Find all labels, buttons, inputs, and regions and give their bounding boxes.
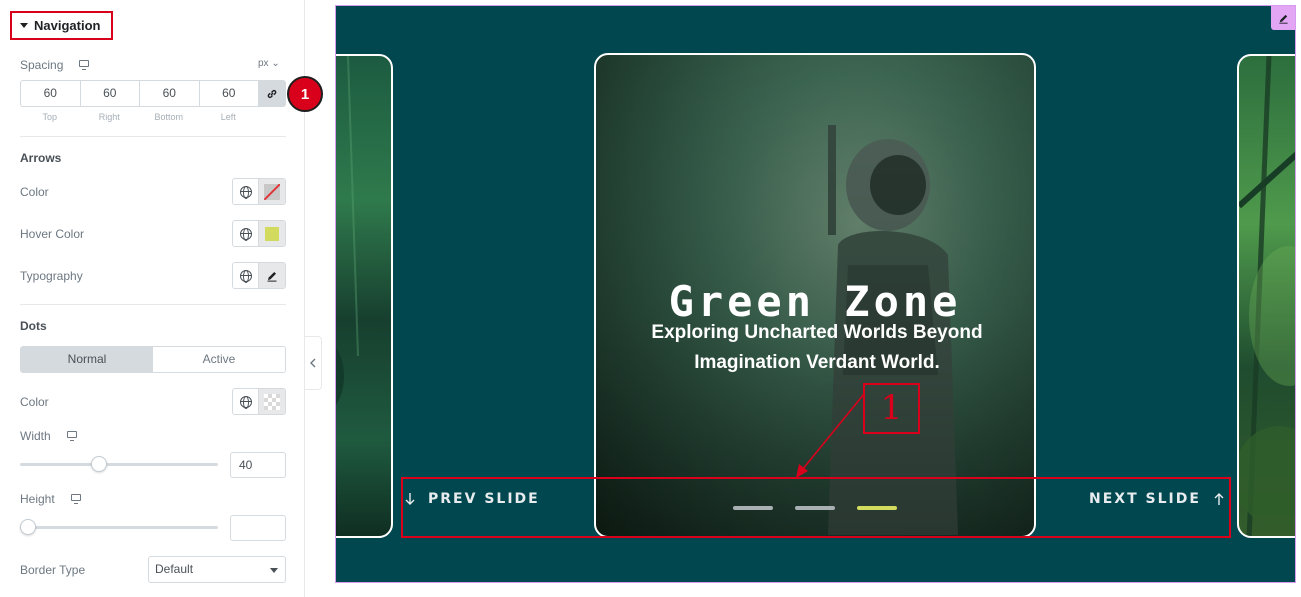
bottom-label: Bottom bbox=[154, 112, 183, 122]
chevron-left-icon bbox=[310, 358, 316, 368]
arrows-color-swatch[interactable] bbox=[259, 179, 285, 204]
dots-title: Dots bbox=[20, 319, 47, 333]
spacing-left-input[interactable]: 60 bbox=[198, 80, 258, 107]
dots-width-label: Width bbox=[20, 429, 51, 443]
responsive-desktop-icon[interactable] bbox=[79, 60, 89, 70]
prev-slide-label: PREV SLIDE bbox=[428, 491, 540, 507]
prev-slide-button[interactable]: PREV SLIDE bbox=[404, 491, 540, 507]
arrows-hover-color-swatch[interactable] bbox=[259, 221, 285, 246]
transparent-swatch bbox=[264, 393, 280, 410]
spacing-top-input[interactable]: 60 bbox=[20, 80, 80, 107]
slide-subtitle: Exploring Uncharted Worlds Beyond Imagin… bbox=[636, 318, 998, 378]
navigation-section-header[interactable]: Navigation bbox=[10, 11, 113, 40]
border-type-select[interactable]: Default bbox=[148, 556, 286, 583]
dots-color-control bbox=[232, 388, 286, 415]
arrows-typography-label: Typography bbox=[20, 269, 83, 283]
settings-panel: Navigation Spacing px ⌄ 60 60 60 60 Top … bbox=[0, 0, 323, 597]
slide-subtitle-line2: Imagination Verdant World. bbox=[694, 352, 940, 373]
slide-card-previous[interactable] bbox=[336, 54, 393, 538]
width-slider-track[interactable] bbox=[20, 463, 218, 466]
no-color-icon bbox=[264, 183, 280, 200]
global-colors-button[interactable] bbox=[233, 389, 260, 414]
arrows-color-label: Color bbox=[20, 185, 49, 199]
annotation-badge: 1 bbox=[287, 76, 323, 112]
arrows-hover-color-label: Hover Color bbox=[20, 227, 85, 241]
preview-canvas: Green Zone Exploring Uncharted Worlds Be… bbox=[335, 5, 1296, 583]
pagination-dot-1[interactable] bbox=[733, 506, 773, 510]
pagination-dot-3[interactable] bbox=[857, 506, 897, 510]
width-input[interactable]: 40 bbox=[230, 452, 286, 478]
dots-color-label: Color bbox=[20, 395, 49, 409]
left-label: Left bbox=[220, 112, 236, 122]
globe-icon bbox=[239, 185, 252, 199]
pencil-icon bbox=[1278, 14, 1288, 24]
arrows-color-control bbox=[232, 178, 286, 205]
spacing-right-input[interactable]: 60 bbox=[79, 80, 139, 107]
arrows-hover-color-control bbox=[232, 220, 286, 247]
collapse-panel-button[interactable] bbox=[305, 336, 322, 390]
globe-icon bbox=[239, 227, 252, 241]
global-colors-button[interactable] bbox=[233, 221, 260, 246]
arrows-title: Arrows bbox=[20, 151, 62, 165]
height-slider-handle[interactable] bbox=[20, 519, 36, 535]
edit-widget-button[interactable] bbox=[1271, 6, 1295, 30]
chevron-down-icon bbox=[270, 568, 278, 573]
lime-swatch bbox=[265, 226, 279, 241]
caret-down-icon bbox=[20, 23, 28, 28]
unit-selector[interactable]: px ⌄ bbox=[258, 58, 280, 69]
dots-color-swatch[interactable] bbox=[259, 389, 285, 414]
section-title: Navigation bbox=[34, 18, 101, 33]
link-values-button[interactable] bbox=[258, 80, 286, 107]
spacing-bottom-input[interactable]: 60 bbox=[139, 80, 199, 107]
globe-icon bbox=[239, 395, 252, 409]
divider bbox=[20, 304, 286, 305]
annotation-callout: 1 bbox=[863, 383, 920, 434]
responsive-desktop-icon[interactable] bbox=[67, 431, 77, 441]
right-label: Right bbox=[98, 112, 120, 122]
pagination-dot-2[interactable] bbox=[795, 506, 835, 510]
jungle-image bbox=[1239, 56, 1295, 536]
jungle-image bbox=[336, 56, 359, 536]
responsive-desktop-icon[interactable] bbox=[71, 494, 81, 504]
link-icon bbox=[267, 89, 277, 98]
divider bbox=[20, 136, 286, 137]
next-slide-button[interactable]: NEXT SLIDE bbox=[1089, 491, 1225, 507]
arrows-typography-control bbox=[232, 262, 286, 289]
slide-subtitle-line1: Exploring Uncharted Worlds Beyond bbox=[651, 322, 983, 343]
edit-typography-button[interactable] bbox=[259, 263, 285, 288]
next-slide-label: NEXT SLIDE bbox=[1089, 491, 1201, 507]
pencil-icon bbox=[267, 271, 277, 282]
dots-height-label: Height bbox=[20, 492, 55, 506]
spacing-dimensions: 60 60 60 60 bbox=[20, 80, 286, 107]
arrow-up-icon bbox=[1214, 493, 1224, 505]
dots-state-tabs: Normal Active bbox=[20, 346, 286, 373]
slide-card-active[interactable]: Green Zone Exploring Uncharted Worlds Be… bbox=[594, 53, 1036, 538]
border-type-label: Border Type bbox=[20, 563, 86, 577]
spacing-label: Spacing bbox=[20, 58, 64, 72]
width-slider-handle[interactable] bbox=[91, 456, 108, 472]
height-input[interactable] bbox=[230, 515, 286, 541]
arrow-down-icon bbox=[405, 493, 415, 505]
top-label: Top bbox=[42, 112, 57, 122]
global-colors-button[interactable] bbox=[233, 179, 260, 204]
tab-active[interactable]: Active bbox=[153, 347, 285, 372]
border-type-value: Default bbox=[155, 562, 194, 576]
global-fonts-button[interactable] bbox=[233, 263, 260, 288]
spacing-dimension-labels: Top Right Bottom Left bbox=[20, 112, 258, 122]
tab-normal[interactable]: Normal bbox=[21, 347, 153, 372]
height-slider-track[interactable] bbox=[20, 526, 218, 529]
slide-card-next[interactable] bbox=[1237, 54, 1295, 538]
globe-icon bbox=[239, 269, 252, 283]
